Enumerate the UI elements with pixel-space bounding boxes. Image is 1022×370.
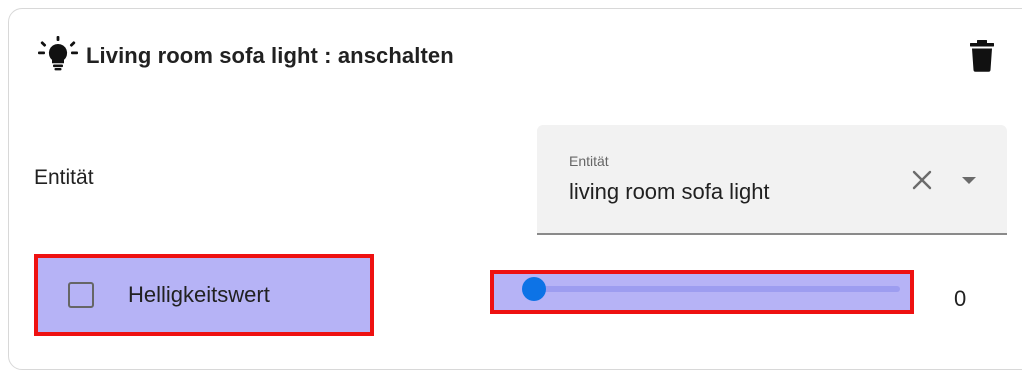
entity-select[interactable]: Entität living room sofa light xyxy=(537,125,1007,235)
chevron-down-icon xyxy=(960,173,978,191)
brightness-toggle-row[interactable]: Helligkeitswert xyxy=(34,254,374,336)
brightness-checkbox-label: Helligkeitswert xyxy=(128,282,270,307)
entity-select-value: living room sofa light xyxy=(569,179,770,204)
action-header: Living room sofa light : anschalten xyxy=(34,36,454,76)
entity-select-label: Entität xyxy=(569,153,609,169)
action-title: Living room sofa light : anschalten xyxy=(86,43,454,68)
entity-row-label: Entität xyxy=(34,166,94,189)
brightness-slider[interactable] xyxy=(490,270,914,314)
brightness-checkbox[interactable] xyxy=(68,282,94,308)
trash-icon xyxy=(970,39,994,77)
lightbulb-on-icon xyxy=(34,36,82,76)
clear-selection-button[interactable] xyxy=(905,165,939,199)
brightness-value: 0 xyxy=(954,286,967,311)
delete-button[interactable] xyxy=(960,36,1004,80)
dropdown-toggle-button[interactable] xyxy=(952,165,986,199)
slider-thumb[interactable] xyxy=(522,277,546,301)
close-icon xyxy=(911,169,933,196)
slider-track[interactable] xyxy=(522,277,900,301)
